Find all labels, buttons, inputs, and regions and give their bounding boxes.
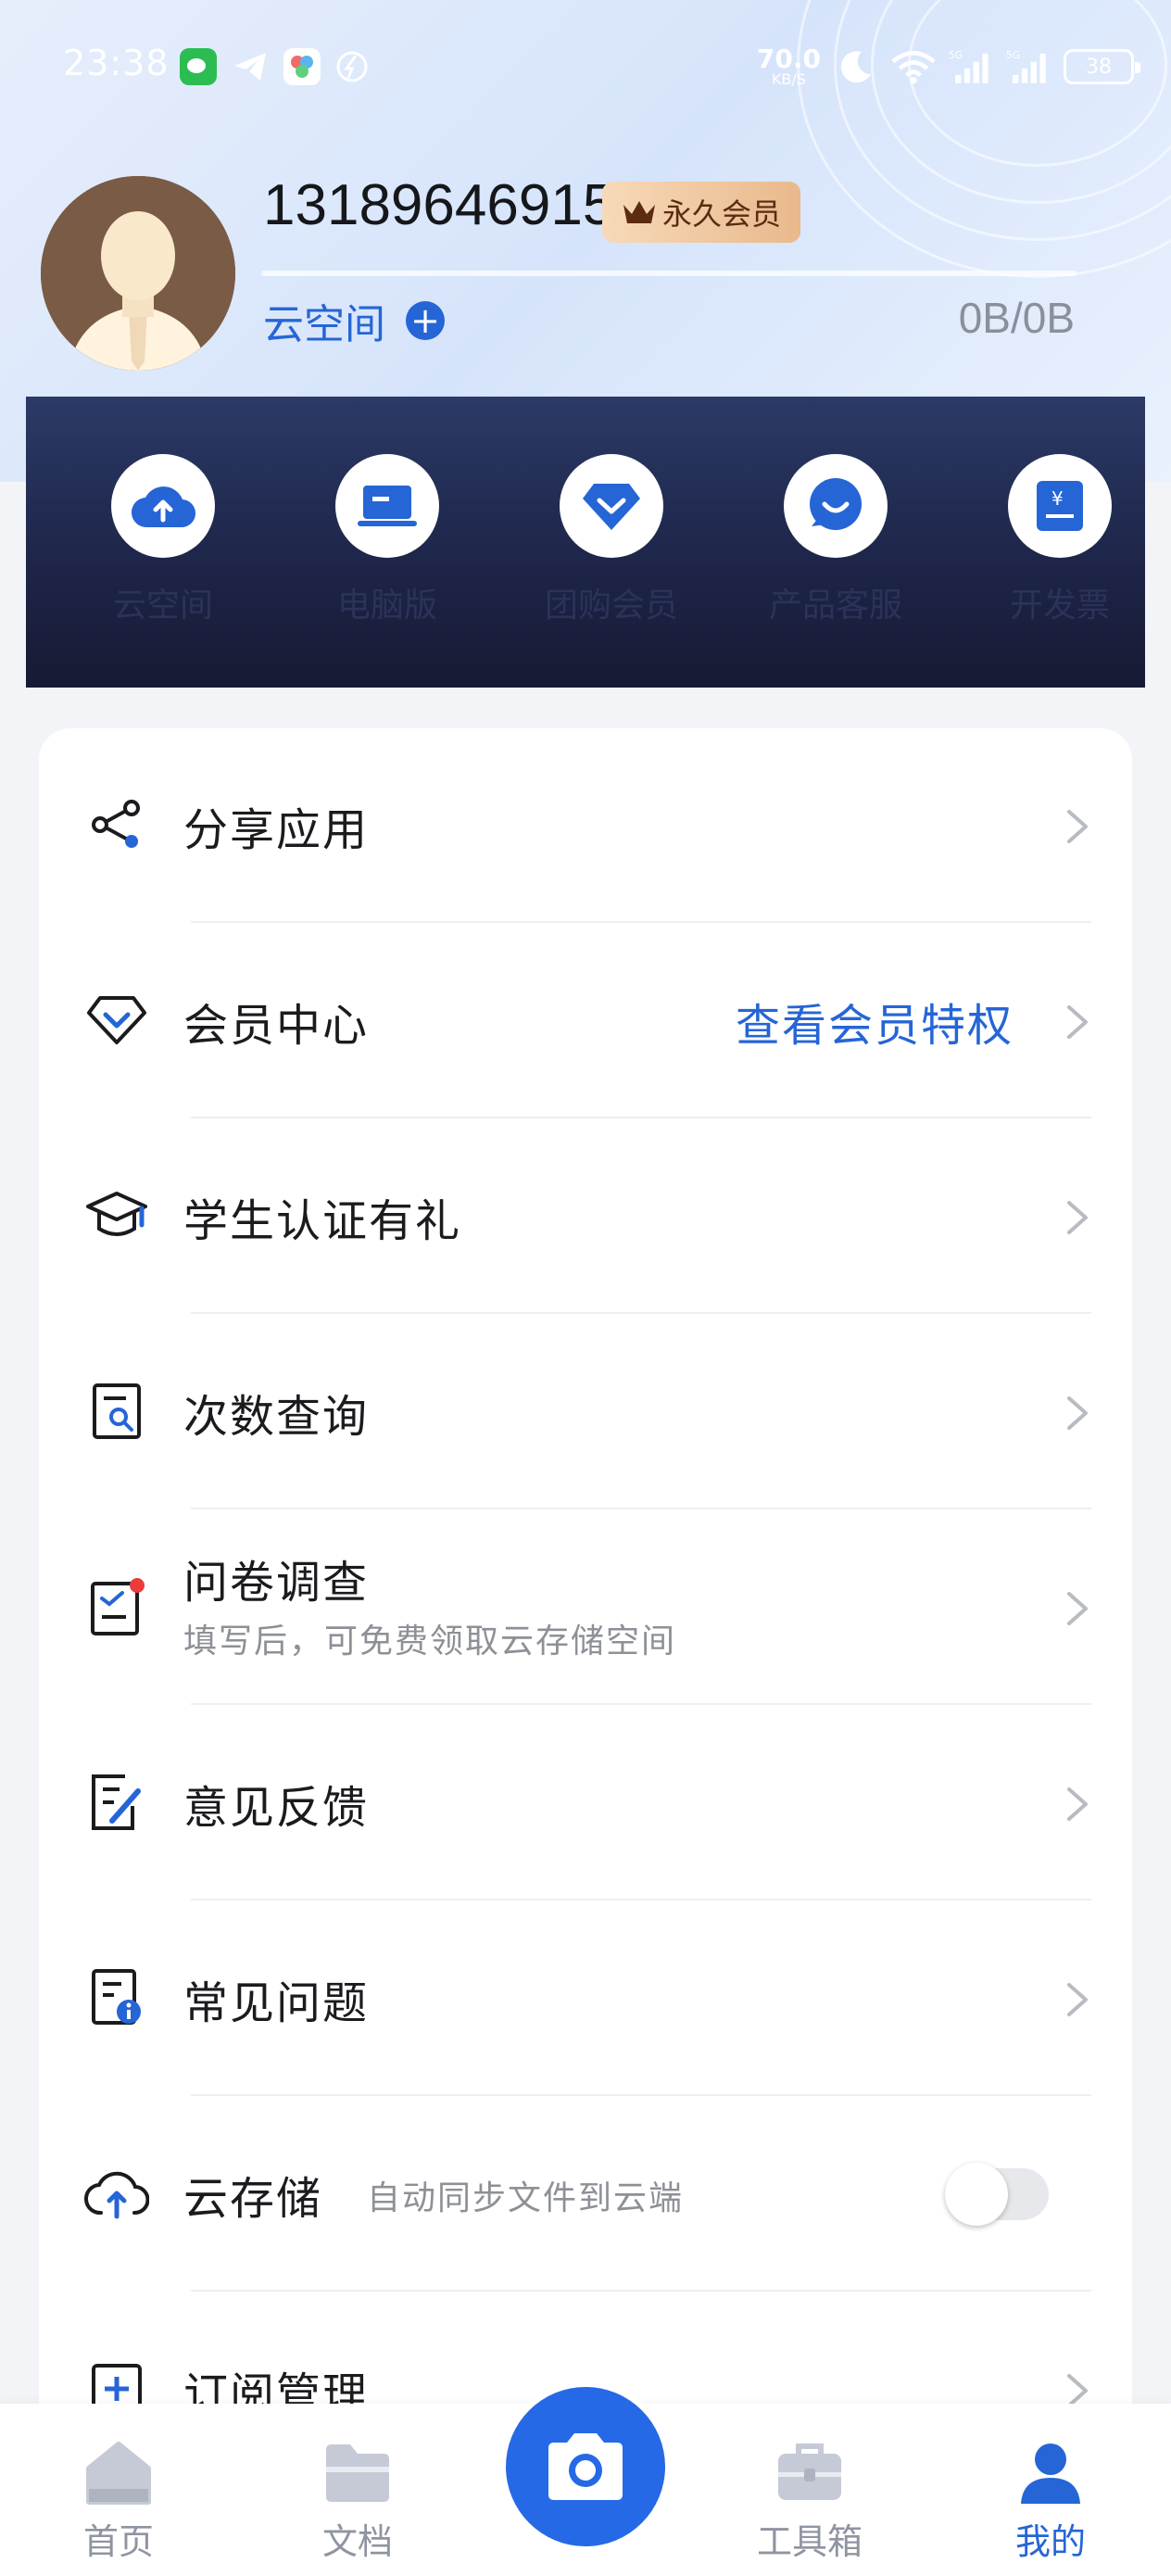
cloud-space-link[interactable]: 云空间 +: [263, 291, 445, 350]
menu-faq[interactable]: 常见问题: [39, 1901, 1132, 2097]
home-icon: [86, 2442, 151, 2505]
folder-icon: [326, 2444, 389, 2502]
cloud-upload-outline-icon: [83, 2160, 150, 2227]
avatar[interactable]: [41, 176, 235, 371]
nav-home[interactable]: 首页: [44, 2441, 193, 2564]
laptop-icon: [358, 486, 417, 526]
chat-smile-icon: [810, 478, 862, 530]
cloud-upload-icon: [132, 486, 195, 528]
menu-label: 问卷调查: [183, 1557, 370, 1609]
menu-label: 分享应用: [183, 804, 370, 856]
menu-cloud-storage[interactable]: 云存储 自动同步文件到云端: [39, 2097, 1132, 2292]
svg-text:5G: 5G: [949, 49, 963, 61]
svg-text:¥: ¥: [1051, 487, 1064, 510]
shortcut-label: 团购会员: [544, 587, 678, 625]
shortcut-support[interactable]: 产品客服: [743, 454, 928, 626]
status-time: 23:38: [63, 43, 170, 83]
menu-student-verification[interactable]: 学生认证有礼: [39, 1119, 1132, 1315]
network-speed: 70.0 KB/S: [756, 44, 821, 88]
no-disturb-icon: [334, 48, 371, 85]
share-icon: [83, 791, 150, 858]
nav-label: 首页: [82, 2521, 154, 2562]
cloud-sync-toggle[interactable]: [945, 2163, 1049, 2226]
wechat-icon: [180, 48, 217, 85]
toolbox-icon: [778, 2443, 841, 2500]
storage-usage: 0B/0B: [958, 294, 1075, 342]
nav-label: 工具箱: [756, 2521, 863, 2562]
shortcut-desktop[interactable]: 电脑版: [295, 454, 480, 626]
diamond-icon: [583, 484, 640, 530]
info-doc-icon: [83, 1964, 150, 2031]
battery-indicator: 38: [1064, 49, 1140, 84]
view-vip-privileges-link[interactable]: 查看会员特权: [736, 989, 1014, 1054]
chevron-right-icon: [1067, 1005, 1088, 1039]
search-doc-icon: [83, 1378, 150, 1445]
svg-text:5G: 5G: [1006, 49, 1020, 61]
menu-label: 意见反馈: [183, 1782, 370, 1834]
menu-feedback[interactable]: 意见反馈: [39, 1706, 1132, 1901]
edit-icon: [83, 1769, 150, 1836]
invoice-icon: ¥: [1037, 481, 1083, 531]
diamond-outline-icon: [83, 987, 150, 1054]
menu-usage-query[interactable]: 次数查询: [39, 1315, 1132, 1510]
menu-share[interactable]: 分享应用: [39, 728, 1132, 924]
menu-label: 会员中心: [183, 1000, 370, 1052]
shortcut-label: 电脑版: [336, 587, 437, 625]
nav-mine[interactable]: 我的: [976, 2441, 1125, 2564]
crown-icon: [623, 201, 655, 223]
shortcut-invoice[interactable]: ¥ 开发票: [967, 454, 1152, 626]
shortcut-label: 开发票: [1009, 587, 1110, 625]
shortcut-label: 云空间: [112, 587, 213, 625]
shortcut-panel: 云空间 电脑版 团购会员 产品客服 ¥ 开发票: [26, 397, 1145, 688]
shortcut-group-vip[interactable]: 团购会员: [519, 454, 704, 626]
chevron-right-icon: [1067, 1201, 1088, 1234]
user-icon: [1021, 2443, 1080, 2504]
chevron-right-icon: [1067, 1396, 1088, 1430]
nav-docs[interactable]: 文档: [283, 2441, 432, 2564]
nav-toolbox[interactable]: 工具箱: [736, 2441, 884, 2564]
moon-icon: [834, 46, 878, 87]
add-space-button[interactable]: +: [406, 301, 445, 340]
chevron-right-icon: [1067, 1592, 1088, 1625]
status-bar: 23:38 70.0 KB/S 5G 5G 38: [0, 0, 1171, 130]
menu-label: 学生认证有礼: [183, 1195, 462, 1247]
cloud-space-label: 云空间: [263, 301, 385, 348]
nav-label: 文档: [321, 2521, 393, 2562]
app-icon: [283, 48, 321, 85]
vip-badge[interactable]: 永久会员: [602, 182, 800, 243]
signal-5g-icon: 5G: [949, 46, 993, 87]
survey-icon: [83, 1573, 150, 1640]
menu-sublabel: 填写后，可免费领取云存储空间: [183, 1623, 677, 1661]
shortcut-cloud-space[interactable]: 云空间: [70, 454, 256, 626]
menu-label: 云存储: [183, 2173, 323, 2225]
signal-5g-icon-2: 5G: [1006, 46, 1051, 87]
vip-badge-label: 永久会员: [661, 196, 781, 232]
phone-number: 13189646915: [263, 173, 615, 237]
menu-label: 常见问题: [183, 1977, 370, 2029]
chevron-right-icon: [1067, 1787, 1088, 1821]
menu-card: 分享应用 会员中心 查看会员特权 学生认证有礼 次数查询 问卷调查 填写后，可免…: [39, 728, 1132, 2443]
camera-button[interactable]: [500, 2381, 671, 2552]
telegram-icon: [232, 48, 269, 85]
graduation-cap-icon: [83, 1182, 150, 1249]
menu-vip-center[interactable]: 会员中心 查看会员特权: [39, 924, 1132, 1119]
menu-survey[interactable]: 问卷调查 填写后，可免费领取云存储空间: [39, 1510, 1132, 1706]
camera-icon: [548, 2433, 623, 2500]
chevron-right-icon: [1067, 1983, 1088, 2016]
shortcut-label: 产品客服: [768, 587, 902, 625]
wifi-icon: [891, 46, 936, 87]
menu-sublabel: 自动同步文件到云端: [367, 2179, 685, 2217]
storage-progress: [261, 271, 1077, 276]
nav-label: 我的: [1014, 2521, 1086, 2562]
chevron-right-icon: [1067, 810, 1088, 843]
menu-label: 次数查询: [183, 1391, 370, 1443]
